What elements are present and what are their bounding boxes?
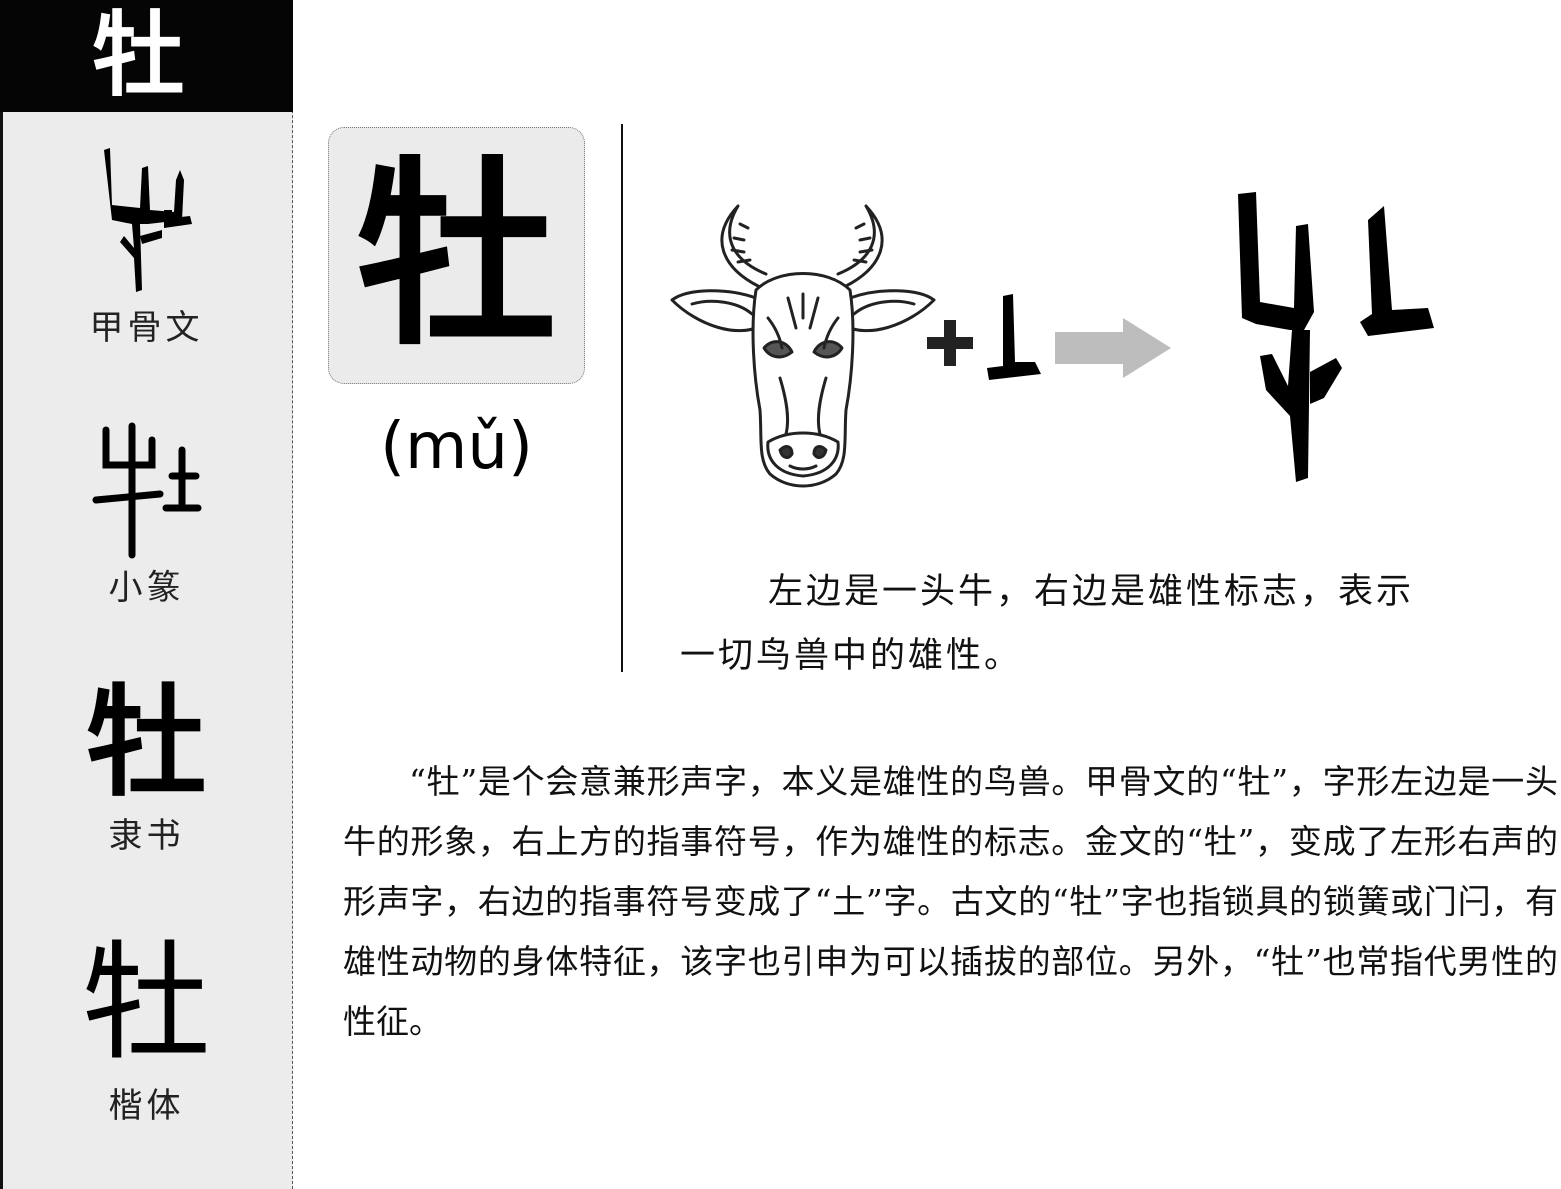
script-item-oracle-bone: 甲骨文 (0, 140, 293, 349)
script-item-small-seal: 小篆 (0, 420, 293, 609)
title-box: 牡 (0, 0, 293, 112)
script-item-clerical: 牡 隶书 (0, 678, 293, 857)
caption-text: 左边是一头牛，右边是雄性标志，表示一切鸟兽中的雄性。 (680, 572, 1415, 676)
pinyin: (mǔ) (380, 410, 533, 484)
main-character-box: 牡 (328, 127, 585, 384)
main-character: 牡 (356, 140, 557, 373)
title-character: 牡 (92, 2, 185, 109)
script-label-small-seal: 小篆 (108, 568, 185, 608)
illustration-caption: 左边是一头牛，右边是雄性标志，表示一切鸟兽中的雄性。 (680, 560, 1450, 688)
script-label-clerical: 隶书 (108, 816, 185, 856)
arrow-right-icon (1055, 318, 1171, 378)
oracle-bone-large-glyph (1238, 192, 1434, 482)
male-indicator-mark (987, 294, 1041, 380)
script-label-oracle-bone: 甲骨文 (89, 308, 204, 348)
clerical-glyph: 牡 (86, 672, 207, 813)
oracle-bone-glyph (103, 148, 192, 292)
ox-head-icon (670, 204, 936, 488)
script-label-regular: 楷体 (108, 1086, 185, 1126)
script-sidebar: 牡 甲骨文 小篆 牡 隶书 牡 楷体 (0, 0, 293, 1189)
script-item-regular: 牡 楷体 (0, 930, 293, 1127)
divider-line (621, 124, 623, 672)
regular-glyph: 牡 (82, 929, 211, 1078)
plus-icon (927, 320, 973, 366)
explanation-paragraph: “牡”是个会意兼形声字，本义是雄性的鸟兽。甲骨文的“牡”，字形左边是一头牛的形象… (343, 752, 1558, 1052)
small-seal-glyph (92, 422, 201, 559)
explanation-text: “牡”是个会意兼形声字，本义是雄性的鸟兽。甲骨文的“牡”，字形左边是一头牛的形象… (343, 762, 1558, 1041)
